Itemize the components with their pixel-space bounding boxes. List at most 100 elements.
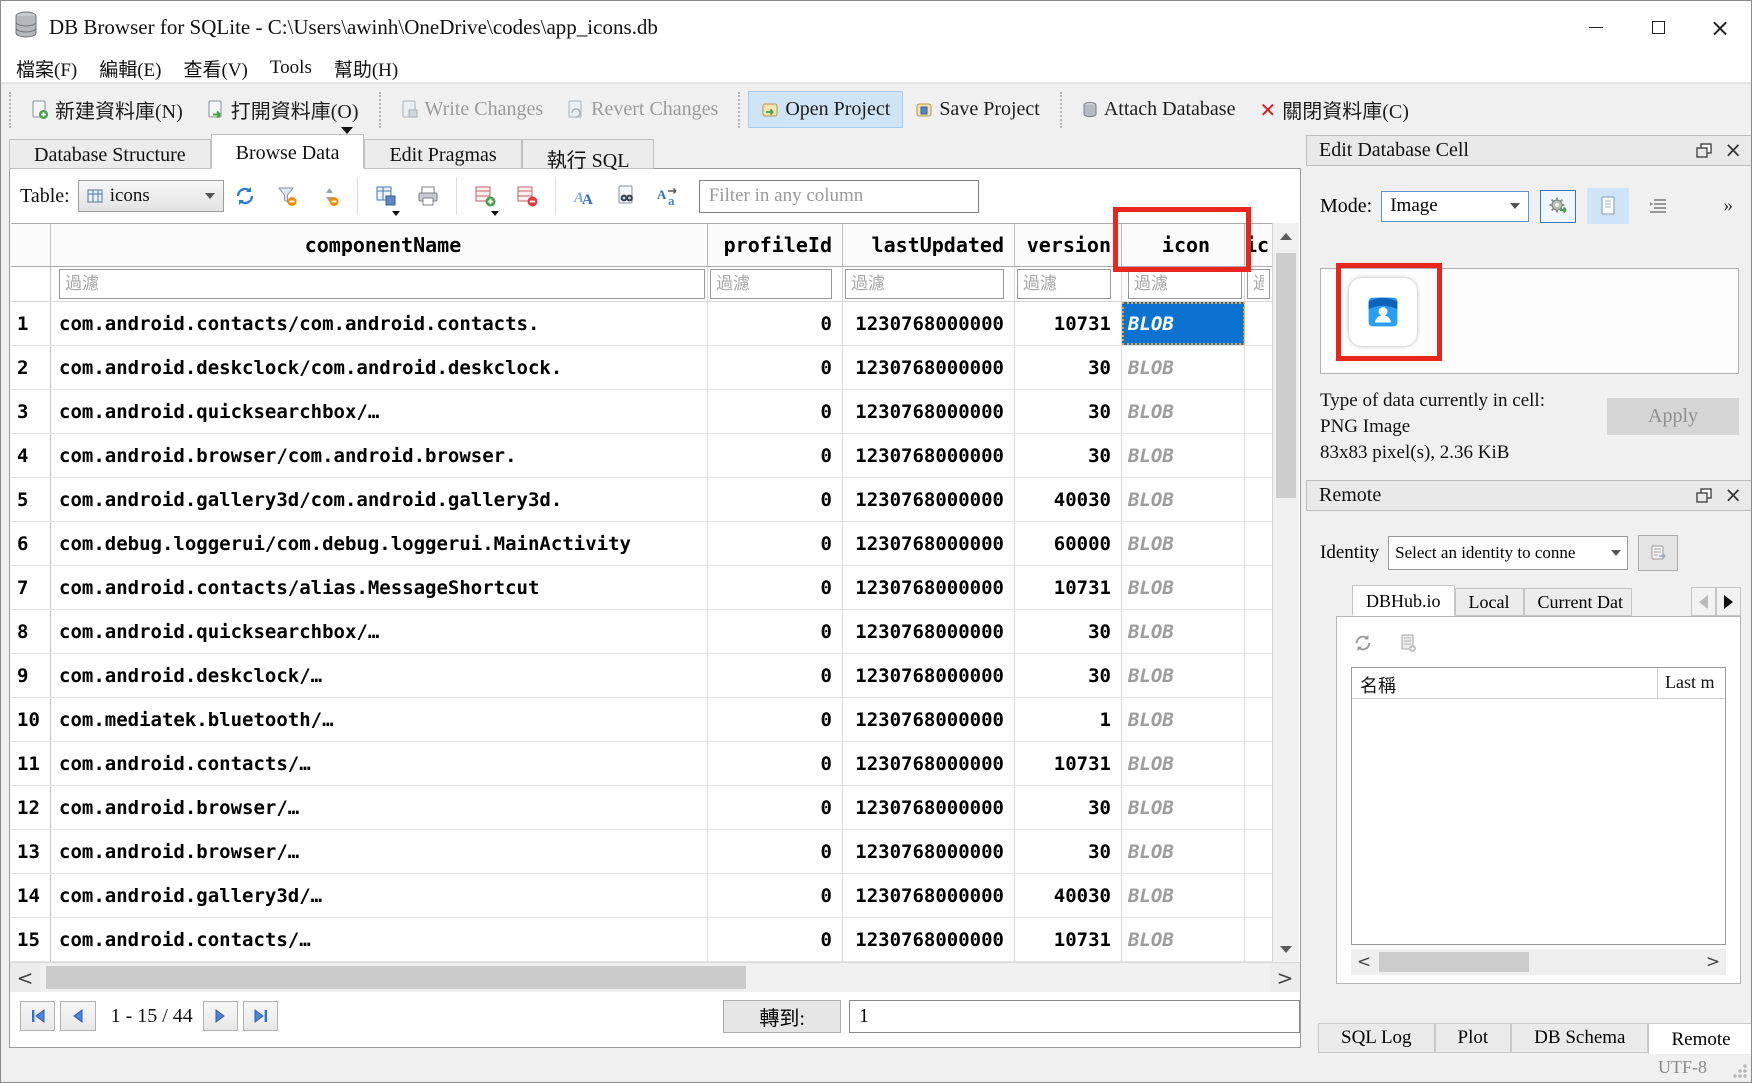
version-cell[interactable]: 30 — [1015, 786, 1122, 829]
replace-button[interactable]: Aa — [650, 178, 686, 214]
profileid-cell[interactable]: 0 — [708, 918, 843, 961]
partial-cell[interactable] — [1245, 478, 1272, 521]
font-settings-button[interactable]: AA — [566, 178, 602, 214]
menu-view[interactable]: 查看(V) — [173, 55, 259, 82]
version-cell[interactable]: 10731 — [1015, 566, 1122, 609]
float-panel-button[interactable] — [1696, 143, 1712, 158]
partial-cell[interactable] — [1245, 522, 1272, 565]
filter-input-lastUpdated[interactable] — [845, 269, 1004, 299]
partial-cell[interactable] — [1245, 610, 1272, 653]
lastupdated-cell[interactable]: 1230768000000 — [843, 302, 1015, 345]
icon-blob-cell[interactable]: BLOB — [1122, 918, 1245, 961]
lastupdated-cell[interactable]: 1230768000000 — [843, 830, 1015, 873]
componentname-cell[interactable]: com.android.deskclock/… — [51, 654, 708, 697]
next-record-button[interactable] — [203, 1001, 238, 1031]
icon-blob-cell[interactable]: BLOB — [1122, 478, 1245, 521]
componentname-cell[interactable]: com.android.contacts/com.android.contact… — [51, 302, 708, 345]
text-mode-button[interactable] — [1587, 188, 1629, 224]
componentname-cell[interactable]: com.android.browser/… — [51, 830, 708, 873]
goto-button[interactable]: 轉到: — [723, 1000, 841, 1033]
tab-current-database[interactable]: Current Dat — [1524, 588, 1632, 616]
profileid-cell[interactable]: 0 — [708, 478, 843, 521]
componentname-cell[interactable]: com.android.contacts/… — [51, 918, 708, 961]
icon-blob-cell[interactable]: BLOB — [1122, 786, 1245, 829]
version-cell[interactable]: 30 — [1015, 610, 1122, 653]
componentname-cell[interactable]: com.android.quicksearchbox/… — [51, 390, 708, 433]
partial-cell[interactable] — [1245, 566, 1272, 609]
partial-cell[interactable] — [1245, 742, 1272, 785]
apply-button[interactable]: Apply — [1607, 398, 1739, 435]
componentname-cell[interactable]: com.debug.loggerui/com.debug.loggerui.Ma… — [51, 522, 708, 565]
version-cell[interactable]: 30 — [1015, 830, 1122, 873]
column-header-version[interactable]: version — [1015, 224, 1122, 266]
tab-db-schema[interactable]: DB Schema — [1511, 1023, 1648, 1053]
tab-database-structure[interactable]: Database Structure — [9, 139, 211, 169]
profileid-cell[interactable]: 0 — [708, 698, 843, 741]
profileid-cell[interactable]: 0 — [708, 522, 843, 565]
icon-blob-cell[interactable]: BLOB — [1122, 698, 1245, 741]
partial-cell[interactable] — [1245, 346, 1272, 389]
tab-edit-pragmas[interactable]: Edit Pragmas — [364, 139, 521, 169]
partial-cell[interactable] — [1245, 390, 1272, 433]
close-panel-button[interactable]: × — [1724, 485, 1742, 506]
componentname-cell[interactable]: com.android.browser/com.android.browser. — [51, 434, 708, 477]
version-cell[interactable]: 30 — [1015, 434, 1122, 477]
icon-blob-cell[interactable]: BLOB — [1122, 830, 1245, 873]
mode-select[interactable]: Image — [1381, 191, 1529, 222]
clone-database-icon[interactable] — [1399, 633, 1417, 653]
horizontal-scrollbar[interactable]: < > — [10, 962, 1300, 992]
profileid-cell[interactable]: 0 — [708, 302, 843, 345]
componentname-cell[interactable]: com.android.quicksearchbox/… — [51, 610, 708, 653]
scroll-right-button[interactable]: > — [1270, 963, 1300, 992]
close-panel-button[interactable]: × — [1724, 140, 1742, 161]
filter-input-componentName[interactable] — [59, 269, 705, 299]
insert-record-dropdown-arrow[interactable] — [491, 211, 499, 216]
table-select[interactable]: icons — [78, 180, 224, 212]
icon-blob-cell[interactable]: BLOB — [1122, 346, 1245, 389]
tab-plot[interactable]: Plot — [1435, 1023, 1512, 1053]
lastupdated-cell[interactable]: 1230768000000 — [843, 346, 1015, 389]
write-changes-button[interactable]: Write Changes — [389, 92, 556, 127]
icon-blob-cell[interactable]: BLOB — [1122, 610, 1245, 653]
lastupdated-cell[interactable]: 1230768000000 — [843, 522, 1015, 565]
profileid-cell[interactable]: 0 — [708, 786, 843, 829]
version-cell[interactable]: 40030 — [1015, 478, 1122, 521]
version-cell[interactable]: 10731 — [1015, 918, 1122, 961]
profileid-cell[interactable]: 0 — [708, 830, 843, 873]
global-filter-input[interactable] — [699, 180, 979, 213]
menu-edit[interactable]: 編輯(E) — [88, 55, 172, 82]
lastupdated-cell[interactable]: 1230768000000 — [843, 742, 1015, 785]
vertical-scrollbar-thumb[interactable] — [1276, 253, 1296, 498]
componentname-cell[interactable]: com.mediatek.bluetooth/… — [51, 698, 708, 741]
horizontal-scrollbar-thumb[interactable] — [46, 966, 746, 989]
partial-cell[interactable] — [1245, 918, 1272, 961]
lastupdated-cell[interactable]: 1230768000000 — [843, 698, 1015, 741]
save-table-button[interactable] — [368, 178, 404, 214]
profileid-cell[interactable]: 0 — [708, 654, 843, 697]
componentname-cell[interactable]: com.android.deskclock/com.android.deskcl… — [51, 346, 708, 389]
partial-cell[interactable] — [1245, 874, 1272, 917]
version-cell[interactable]: 30 — [1015, 390, 1122, 433]
column-header-lastUpdated[interactable]: lastUpdated — [843, 224, 1015, 266]
float-panel-button[interactable] — [1696, 488, 1712, 503]
icon-blob-cell[interactable]: BLOB — [1122, 522, 1245, 565]
identity-select[interactable]: Select an identity to conne — [1388, 536, 1628, 570]
profileid-cell[interactable]: 0 — [708, 390, 843, 433]
column-header-profileId[interactable]: profileId — [708, 224, 843, 266]
open-database-button[interactable]: 打開資料庫(O) — [195, 89, 371, 130]
icon-blob-cell[interactable]: BLOB — [1122, 874, 1245, 917]
filter-input-icon[interactable] — [1128, 269, 1242, 299]
partial-cell[interactable] — [1245, 302, 1272, 345]
remote-scrollbar-thumb[interactable] — [1379, 952, 1529, 972]
menu-help[interactable]: 幫助(H) — [323, 55, 409, 82]
refresh-icon[interactable] — [1353, 633, 1373, 653]
tab-local[interactable]: Local — [1455, 588, 1524, 616]
attach-database-button[interactable]: Attach Database — [1070, 92, 1248, 127]
print-button[interactable] — [410, 178, 446, 214]
lastupdated-cell[interactable]: 1230768000000 — [843, 874, 1015, 917]
vertical-scrollbar[interactable] — [1272, 223, 1299, 962]
insert-record-button[interactable] — [467, 178, 503, 214]
partial-cell[interactable] — [1245, 830, 1272, 873]
profileid-cell[interactable]: 0 — [708, 566, 843, 609]
tab-scroll-right-button[interactable] — [1716, 587, 1741, 616]
